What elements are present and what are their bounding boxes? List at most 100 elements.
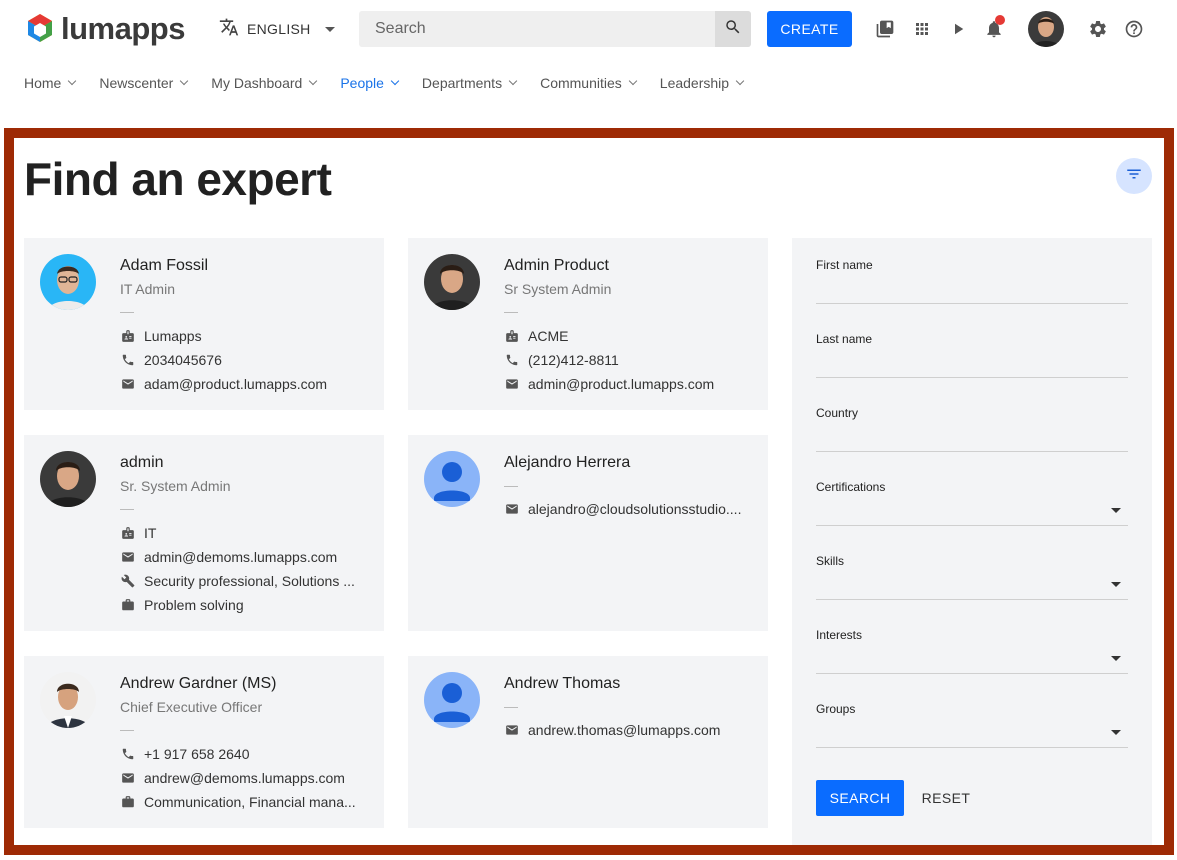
filter-toggle-button[interactable] <box>1116 158 1152 194</box>
person-card[interactable]: Andrew Gardner (MS) Chief Executive Offi… <box>24 656 384 828</box>
divider <box>120 312 134 313</box>
language-label: ENGLISH <box>247 21 311 37</box>
apps-grid-icon[interactable] <box>911 18 933 40</box>
person-job-title: Sr. System Admin <box>120 478 231 494</box>
notifications-bell-icon[interactable] <box>983 15 1005 40</box>
person-interests-text: Communication, Financial mana... <box>144 794 356 810</box>
avatar-placeholder <box>424 672 480 728</box>
reset-filter-button[interactable]: RESET <box>914 780 978 816</box>
person-email: admin@demoms.lumapps.com <box>120 549 337 565</box>
nav-item-label: Leadership <box>659 75 730 91</box>
person-phone-text[interactable]: (212)412-8811 <box>528 352 619 368</box>
person-interests-text: Problem solving <box>144 597 244 613</box>
divider <box>120 730 134 731</box>
nav-item-people[interactable]: People <box>340 72 400 94</box>
settings-gear-icon[interactable] <box>1087 18 1109 40</box>
skills-select[interactable] <box>816 599 1128 600</box>
person-org-text: Lumapps <box>144 328 202 344</box>
person-card[interactable]: Alejandro Herrera alejandro@cloudsolutio… <box>408 435 768 631</box>
search-filter-button[interactable]: SEARCH <box>816 780 904 816</box>
person-skills: Security professional, Solutions ... <box>120 573 355 589</box>
nav-item-home[interactable]: Home <box>24 72 77 94</box>
person-name[interactable]: Admin Product <box>504 257 609 275</box>
chevron-down-icon <box>508 76 518 86</box>
person-card[interactable]: Admin Product Sr System Admin ACME (212)… <box>408 238 768 410</box>
person-organization: IT <box>120 525 156 541</box>
avatar-placeholder <box>424 451 480 507</box>
email-icon <box>120 770 136 786</box>
global-search <box>359 11 751 47</box>
person-email-text[interactable]: alejandro@cloudsolutionsstudio.... <box>528 501 741 517</box>
interests-dropdown-arrow-icon[interactable] <box>1111 656 1121 661</box>
person-name[interactable]: Alejandro Herrera <box>504 454 630 472</box>
person-phone-text[interactable]: +1 917 658 2640 <box>144 746 250 762</box>
user-avatar[interactable] <box>1028 11 1064 47</box>
app-name: lumapps <box>61 11 185 46</box>
person-email-text[interactable]: adam@product.lumapps.com <box>144 376 327 392</box>
person-phone-text[interactable]: 2034045676 <box>144 352 222 368</box>
badge-icon <box>120 328 136 344</box>
groups-select[interactable] <box>816 747 1128 748</box>
search-button[interactable] <box>715 11 751 47</box>
person-org-text: ACME <box>528 328 569 344</box>
person-email-text[interactable]: admin@product.lumapps.com <box>528 376 714 392</box>
nav-item-communities[interactable]: Communities <box>540 72 638 94</box>
badge-icon <box>504 328 520 344</box>
lumapps-logo[interactable]: lumapps <box>23 12 185 46</box>
person-phone: 2034045676 <box>120 352 222 368</box>
email-icon <box>504 376 520 392</box>
person-card-partial <box>24 850 384 855</box>
divider <box>120 509 134 510</box>
person-card[interactable]: admin Sr. System Admin IT admin@demoms.l… <box>24 435 384 631</box>
top-bar: lumapps ENGLISH CREATE <box>0 0 1177 58</box>
person-card[interactable]: Andrew Thomas andrew.thomas@lumapps.com <box>408 656 768 828</box>
filter-panel: First name Last name Country Certificati… <box>792 238 1152 845</box>
chevron-down-icon <box>68 76 77 86</box>
library-icon[interactable] <box>874 18 896 40</box>
create-button[interactable]: CREATE <box>767 11 852 47</box>
divider <box>504 312 518 313</box>
person-name[interactable]: Andrew Gardner (MS) <box>120 675 277 693</box>
person-org-text: IT <box>144 525 157 541</box>
nav-item-label: Departments <box>421 75 503 91</box>
last-name-field[interactable] <box>816 377 1128 378</box>
nav-item-leadership[interactable]: Leadership <box>659 72 745 94</box>
chevron-down-icon <box>735 76 745 86</box>
language-selector[interactable]: ENGLISH <box>219 18 335 40</box>
country-field[interactable] <box>816 451 1128 452</box>
first-name-field[interactable] <box>816 303 1128 304</box>
person-name[interactable]: Andrew Thomas <box>504 675 620 693</box>
certifications-dropdown-arrow-icon[interactable] <box>1111 508 1121 513</box>
chevron-down-icon <box>390 76 400 86</box>
person-card-partial <box>408 850 768 855</box>
groups-dropdown-arrow-icon[interactable] <box>1111 730 1121 735</box>
person-email: adam@product.lumapps.com <box>120 376 327 392</box>
person-email-text[interactable]: andrew.thomas@lumapps.com <box>528 722 720 738</box>
interests-select[interactable] <box>816 673 1128 674</box>
nav-item-my-dashboard[interactable]: My Dashboard <box>211 72 318 94</box>
divider <box>504 486 518 487</box>
person-name[interactable]: admin <box>120 454 164 472</box>
certifications-select[interactable] <box>816 525 1128 526</box>
avatar <box>40 451 96 507</box>
nav-item-newscenter[interactable]: Newscenter <box>99 72 189 94</box>
phone-icon <box>120 746 136 762</box>
person-email-text[interactable]: admin@demoms.lumapps.com <box>144 549 337 565</box>
briefcase-icon <box>120 794 136 810</box>
person-job-title: IT Admin <box>120 281 175 297</box>
person-card[interactable]: Adam Fossil IT Admin Lumapps 2034045676 … <box>24 238 384 410</box>
avatar <box>424 254 480 310</box>
badge-icon <box>120 525 136 541</box>
person-email: andrew.thomas@lumapps.com <box>504 722 720 738</box>
person-job-title: Sr System Admin <box>504 281 612 297</box>
search-input[interactable] <box>359 11 715 47</box>
nav-item-departments[interactable]: Departments <box>421 72 518 94</box>
person-email-text[interactable]: andrew@demoms.lumapps.com <box>144 770 345 786</box>
skills-dropdown-arrow-icon[interactable] <box>1111 582 1121 587</box>
email-icon <box>504 722 520 738</box>
nav-item-label: Newscenter <box>99 75 174 91</box>
play-icon[interactable] <box>947 18 969 40</box>
person-skills-text: Security professional, Solutions ... <box>144 573 355 589</box>
help-icon[interactable] <box>1123 18 1145 40</box>
person-name[interactable]: Adam Fossil <box>120 257 208 275</box>
